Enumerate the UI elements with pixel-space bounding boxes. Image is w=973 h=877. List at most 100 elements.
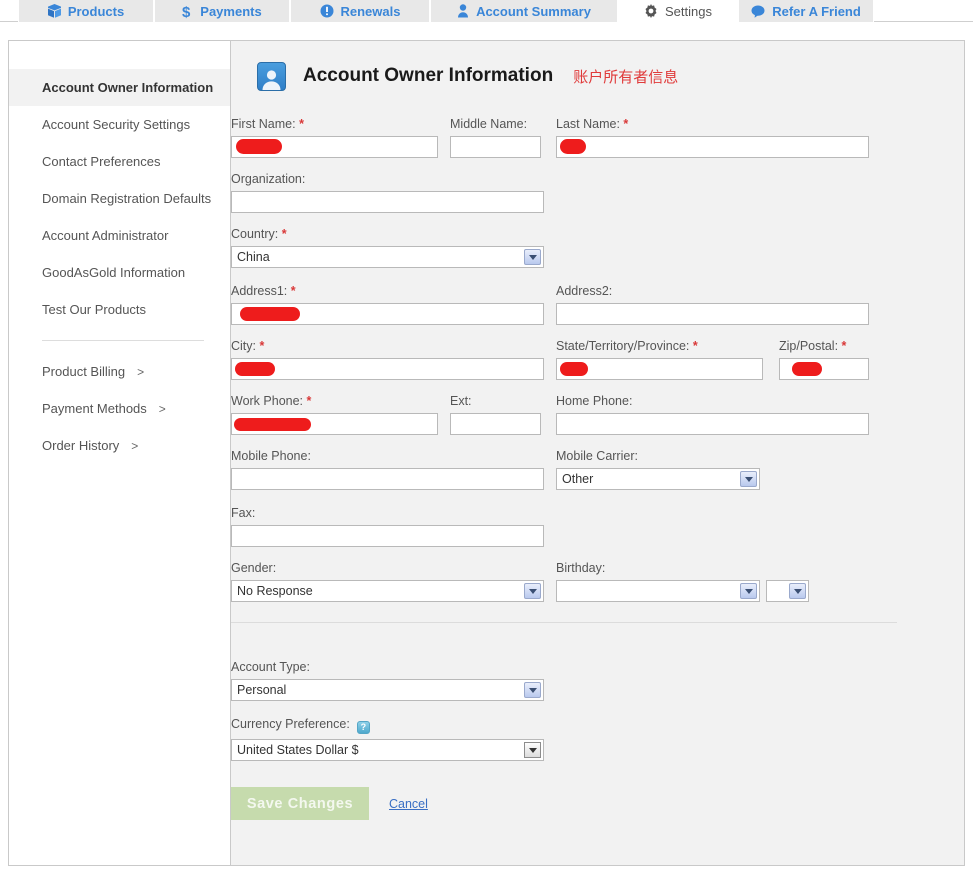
settings-sidebar: Account Owner Information Account Securi… (9, 41, 231, 865)
chevron-down-icon[interactable] (789, 583, 806, 599)
page-header: Account Owner Information 账户所有者信息 (231, 61, 964, 91)
sidebar-item-product-billing[interactable]: Product Billing > (9, 353, 230, 390)
required-marker: * (692, 339, 698, 353)
field-currency-preference: Currency Preference:? United States Doll… (231, 717, 544, 761)
field-last-name: Last Name: * (556, 117, 869, 158)
field-address1: Address1: * (231, 284, 544, 325)
organization-input[interactable] (231, 191, 544, 213)
sidebar-item-domain-registration-defaults[interactable]: Domain Registration Defaults (9, 180, 230, 217)
chevron-down-icon[interactable] (740, 583, 757, 599)
sidebar-item-label: GoodAsGold Information (42, 265, 186, 280)
tab-renewals[interactable]: Renewals (290, 0, 430, 22)
first-name-input[interactable] (231, 136, 438, 158)
field-city: City: * (231, 339, 544, 380)
field-label: Account Type: (231, 660, 310, 674)
ext-input[interactable] (450, 413, 541, 435)
gender-select[interactable]: No Response (231, 580, 544, 602)
field-label: Zip/Postal: * (779, 339, 847, 353)
field-label: Middle Name: (450, 117, 528, 131)
account-owner-avatar-icon (257, 61, 286, 91)
tab-label: Products (67, 3, 125, 19)
chevron-right-icon: > (137, 364, 145, 379)
chevron-down-icon[interactable] (740, 471, 757, 487)
chevron-down-icon[interactable] (524, 249, 541, 265)
currency-preference-select[interactable]: United States Dollar $ (231, 739, 544, 761)
sidebar-item-contact-preferences[interactable]: Contact Preferences (9, 143, 230, 180)
sidebar-item-account-security-settings[interactable]: Account Security Settings (9, 106, 230, 143)
field-label: Gender: (231, 561, 277, 575)
chevron-down-icon[interactable] (524, 682, 541, 698)
sidebar-item-test-our-products[interactable]: Test Our Products (9, 291, 230, 328)
save-changes-button[interactable]: Save Changes (231, 787, 369, 820)
home-phone-input[interactable] (556, 413, 869, 435)
chevron-down-icon[interactable] (524, 742, 541, 758)
field-label: Mobile Carrier: (556, 449, 638, 463)
form-actions: Save Changes Cancel (231, 787, 428, 820)
field-label: Work Phone: * (231, 394, 312, 408)
birthday-year-select[interactable] (766, 580, 809, 602)
field-label: Home Phone: (556, 394, 633, 408)
field-label: City: * (231, 339, 265, 353)
address1-input[interactable] (231, 303, 544, 325)
field-state: State/Territory/Province: * (556, 339, 763, 380)
middle-name-input[interactable] (450, 136, 541, 158)
sidebar-divider (42, 340, 204, 341)
sidebar-item-goodasgold-information[interactable]: GoodAsGold Information (9, 254, 230, 291)
mobile-phone-input[interactable] (231, 468, 544, 490)
person-icon (457, 4, 469, 18)
country-select[interactable]: China (231, 246, 544, 268)
fax-input[interactable] (231, 525, 544, 547)
tab-label: Payments (200, 3, 262, 19)
sidebar-item-label: Contact Preferences (42, 154, 161, 169)
field-label: State/Territory/Province: * (556, 339, 698, 353)
last-name-input[interactable] (556, 136, 869, 158)
tab-label: Renewals (340, 3, 401, 19)
state-input[interactable] (556, 358, 763, 380)
gender-selected-value: No Response (237, 584, 313, 598)
question-mark-icon[interactable]: ? (356, 721, 370, 734)
tab-label: Account Summary (476, 3, 591, 19)
field-home-phone: Home Phone: (556, 394, 869, 435)
birthday-month-select[interactable] (556, 580, 760, 602)
tab-refer-a-friend[interactable]: Refer A Friend (738, 0, 874, 22)
mobile-carrier-selected-value: Other (562, 472, 594, 486)
tab-label: Refer A Friend (772, 3, 861, 19)
chevron-right-icon: > (158, 401, 166, 416)
tab-settings[interactable]: Settings (618, 0, 738, 22)
sidebar-item-label: Test Our Products (42, 302, 147, 317)
chevron-right-icon: > (131, 438, 139, 453)
mobile-carrier-select[interactable]: Other (556, 468, 760, 490)
field-label: First Name: * (231, 117, 304, 131)
sidebar-item-order-history[interactable]: Order History > (9, 427, 230, 464)
tab-account-summary[interactable]: Account Summary (430, 0, 618, 22)
field-gender: Gender: No Response (231, 561, 544, 602)
account-type-select[interactable]: Personal (231, 679, 544, 701)
field-label: Organization: (231, 172, 306, 186)
field-account-type: Account Type: Personal (231, 660, 544, 701)
field-label: Last Name: * (556, 117, 629, 131)
required-marker: * (281, 227, 287, 241)
field-label: Ext: (450, 394, 472, 408)
sidebar-item-account-owner-information[interactable]: Account Owner Information (9, 69, 230, 106)
main-tab-bar: Products $ Payments Renewals Account Sum… (0, 0, 973, 22)
address2-input[interactable] (556, 303, 869, 325)
city-input[interactable] (231, 358, 544, 380)
required-marker: * (841, 339, 847, 353)
svg-text:$: $ (182, 4, 191, 19)
tab-payments[interactable]: $ Payments (154, 0, 290, 22)
sidebar-item-label: Product Billing (42, 364, 126, 379)
dollar-icon: $ (182, 4, 193, 19)
sidebar-item-account-administrator[interactable]: Account Administrator (9, 217, 230, 254)
gear-icon (644, 4, 658, 18)
work-phone-input[interactable] (231, 413, 438, 435)
box-icon (47, 4, 61, 18)
chevron-down-icon[interactable] (524, 583, 541, 599)
cancel-link[interactable]: Cancel (389, 797, 428, 811)
zip-input[interactable] (779, 358, 869, 380)
sidebar-item-payment-methods[interactable]: Payment Methods > (9, 390, 230, 427)
sidebar-item-label: Account Security Settings (42, 117, 191, 132)
section-divider (231, 622, 897, 623)
required-marker: * (290, 284, 296, 298)
tab-products[interactable]: Products (18, 0, 154, 22)
field-first-name: First Name: * (231, 117, 438, 158)
